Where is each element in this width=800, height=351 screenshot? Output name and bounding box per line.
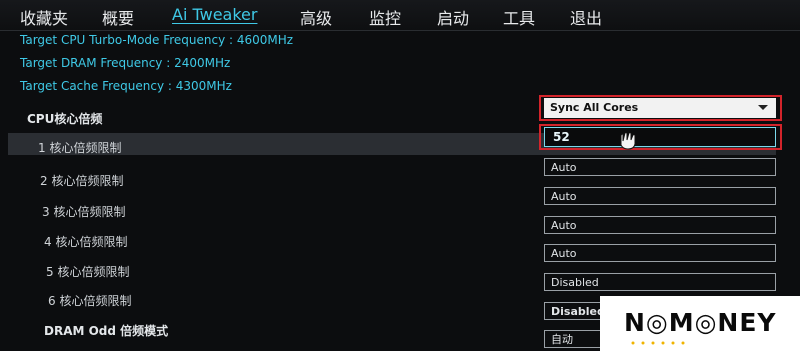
chevron-down-icon (758, 105, 768, 110)
core-5-ratio-label: 5 核心倍频限制 (46, 265, 130, 279)
hand-cursor-icon (620, 132, 636, 150)
core-1-ratio-input[interactable]: 52 (544, 127, 776, 147)
dram-odd-ratio-label: DRAM Odd 倍频模式 (44, 324, 169, 338)
core-1-ratio-label: 1 核心倍频限制 (38, 141, 122, 155)
tab-exit[interactable]: 退出 (570, 5, 602, 29)
watermark-logo: N◎M◎NEY (600, 296, 800, 351)
core-6-ratio-label: 6 核心倍频限制 (48, 294, 132, 308)
watermark-text: N◎M◎NEY (624, 308, 777, 337)
cpu-core-ratio-label: CPU核心倍频 (27, 112, 103, 126)
cpu-core-ratio-dropdown[interactable]: Sync All Cores (544, 98, 776, 118)
tab-ai-tweaker[interactable]: Ai Tweaker (172, 5, 257, 24)
cpu-turbo-frequency-info: Target CPU Turbo-Mode Frequency : 4600MH… (20, 33, 294, 47)
tab-boot[interactable]: 启动 (437, 5, 469, 29)
top-menu-bar: 收藏夹 概要 Ai Tweaker 高级 监控 启动 工具 退出 (0, 0, 800, 31)
core-2-ratio-input[interactable]: Auto (544, 158, 776, 176)
tab-monitor[interactable]: 监控 (369, 5, 401, 29)
tab-tool[interactable]: 工具 (503, 5, 535, 29)
core-3-ratio-input[interactable]: Auto (544, 187, 776, 205)
tab-advanced[interactable]: 高级 (300, 5, 332, 29)
core-3-ratio-label: 3 核心倍频限制 (42, 205, 126, 219)
dram-frequency-info: Target DRAM Frequency : 2400MHz (20, 56, 231, 70)
core-2-ratio-label: 2 核心倍频限制 (40, 174, 124, 188)
core-4-ratio-label: 4 核心倍频限制 (44, 235, 128, 249)
dropdown-selected-value: Sync All Cores (550, 101, 639, 114)
core-6-ratio-input[interactable]: Disabled (544, 273, 776, 291)
star-dots-icon (631, 341, 685, 345)
core-5-ratio-input[interactable]: Auto (544, 244, 776, 262)
core-4-ratio-input[interactable]: Auto (544, 216, 776, 234)
cache-frequency-info: Target Cache Frequency : 4300MHz (20, 79, 232, 93)
tab-main[interactable]: 概要 (102, 5, 134, 29)
tab-favorites[interactable]: 收藏夹 (20, 5, 68, 29)
